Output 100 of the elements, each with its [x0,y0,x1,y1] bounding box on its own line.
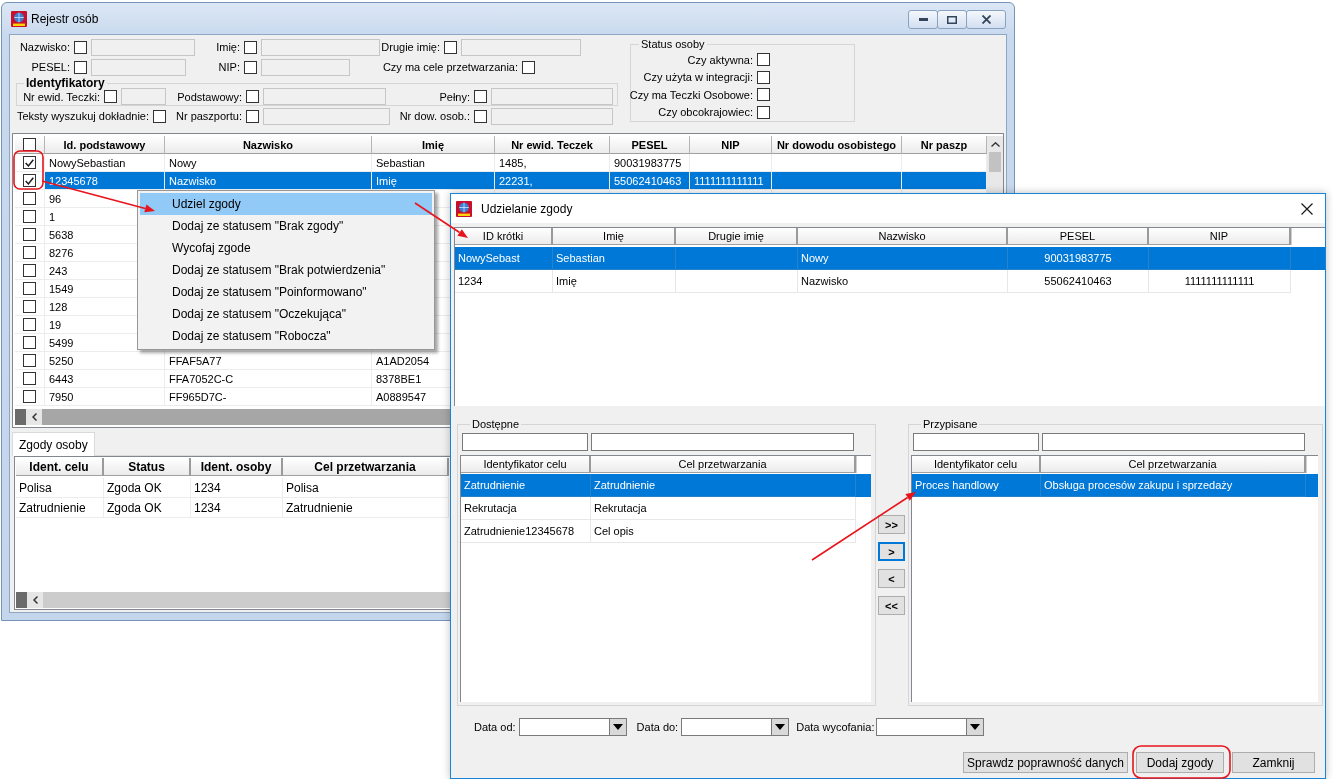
column-header[interactable]: Ident. osoby [191,458,283,476]
short-id: 1234 [458,275,483,287]
checkbox[interactable] [23,300,36,313]
transfer-button[interactable]: < [878,569,905,588]
scrollbar-thumb[interactable] [15,409,26,425]
table-row[interactable]: Zatrudnienie Zatrudnienie [461,474,871,497]
caret-icon [612,724,623,730]
column-header[interactable]: Imię [372,136,495,154]
date-field[interactable] [876,718,967,736]
menu-item[interactable]: Dodaj ze statusem "Oczekująca" [140,303,432,325]
purpose-id: Zatrudnienie12345678 [464,525,575,537]
checkbox[interactable] [23,156,36,169]
first-name: A0889547 [376,390,427,403]
menu-item[interactable]: Dodaj ze statusem "Robocza" [140,325,432,347]
column-header[interactable]: Nazwisko [798,228,1008,245]
column-header[interactable]: Imię [553,228,676,245]
checkbox[interactable] [23,246,36,259]
table-row[interactable]: Proces handlowy Obsługa procesów zakupu i sprzedaży [912,474,1318,497]
action-button[interactable]: Zamknij [1232,752,1315,773]
checkbox[interactable] [153,109,166,123]
column-header[interactable]: Cel przetwarzania [591,456,856,473]
purpose: Zatrudnienie [286,500,353,515]
column-header[interactable]: PESEL [610,136,690,154]
column-header[interactable]: Status [104,458,191,476]
dialog-title: Udzielanie zgody [481,201,573,216]
minimize-button[interactable] [908,10,938,29]
column-header[interactable]: Nazwisko [165,136,372,154]
checkbox[interactable] [757,88,770,102]
checkbox[interactable] [23,390,36,403]
nip-number: 1111111111111 [694,174,764,187]
menu-item[interactable]: Dodaj ze statusem "Brak zgody" [140,215,432,237]
app-logo-icon [456,200,472,217]
checkbox[interactable] [23,210,36,223]
checkbox[interactable] [757,53,770,67]
column-header[interactable]: Nr paszp [902,136,987,154]
purpose-id: Rekrutacja [464,502,517,514]
menu-item[interactable]: Udziel zgody [140,193,432,215]
checkbox[interactable] [23,372,36,385]
menu-item[interactable]: Dodaj ze statusem "Brak potwierdzenia" [140,259,432,281]
scroll-left-icon[interactable] [31,413,37,421]
first-name: Imię [376,174,397,187]
field-label: Czy aktywna: [687,53,753,66]
scrollbar-thumb[interactable] [16,592,27,608]
menu-item[interactable]: Wycofaj zgode [140,237,432,259]
scrollbar-thumb[interactable] [989,152,1001,172]
purpose: Obsługa procesów zakupu i sprzedaży [1044,479,1233,491]
column-header[interactable]: Id. podstawowy [45,136,165,154]
transfer-button[interactable]: >> [878,515,905,534]
surname: FFA7052C-C [169,372,234,385]
scroll-left-icon[interactable] [32,596,38,604]
checkbox[interactable] [23,174,36,187]
checkbox[interactable] [23,336,36,349]
column-header[interactable]: Drugie imię [676,228,798,245]
menu-item[interactable]: Dodaj ze statusem "Poinformowano" [140,281,432,303]
scroll-up-icon[interactable] [990,141,1000,147]
column-header[interactable]: PESEL [1008,228,1149,245]
table-row[interactable]: NowySebastian Nowy Sebastian 1485, 90031983775 [45,154,987,172]
dropdown-button[interactable] [771,718,790,736]
checkbox[interactable] [522,60,535,74]
transfer-button[interactable]: > [878,542,905,561]
column-header[interactable]: ID krótki [455,228,553,245]
action-button[interactable]: Sprawdz poprawność danych [963,752,1128,773]
column-header[interactable]: Cel przetwarzania [283,458,449,476]
column-header[interactable]: Cel przetwarzania [1041,456,1306,473]
dropdown-button[interactable] [966,718,985,736]
checkbox[interactable] [757,70,770,84]
transfer-button[interactable]: << [878,596,905,615]
action-button[interactable]: Dodaj zgody [1136,752,1224,773]
checkbox[interactable] [23,318,36,331]
date-field[interactable] [518,718,609,736]
column-header[interactable]: Ident. celu [16,458,104,476]
filter-field[interactable] [1042,433,1305,451]
tab[interactable]: Zgody osoby [12,432,95,456]
purpose: Cel opis [594,525,634,537]
checkbox[interactable] [23,264,36,277]
maximize-button[interactable] [937,10,967,29]
group-title: Status osoby [640,38,706,51]
first-name: A1AD2054 [376,354,430,367]
column-header[interactable]: NIP [1149,228,1291,245]
column-header[interactable]: NIP [690,136,772,154]
checkbox[interactable] [23,192,36,205]
column-header[interactable]: Identyfikator celu [461,456,591,473]
column-header[interactable]: Nr dowodu osobistego [772,136,902,154]
checkbox[interactable] [23,354,36,367]
checkbox[interactable] [23,282,36,295]
maximize-icon [947,15,957,24]
filter-field[interactable] [913,433,1039,451]
field-label: Nazwisko: [19,41,70,53]
date-field[interactable] [681,718,772,736]
table-row[interactable]: NowySebast Sebastian Nowy 90031983775 [455,247,1325,270]
checkbox[interactable] [23,228,36,241]
column-header[interactable]: Nr ewid. Teczek [495,136,610,154]
table-row[interactable]: 12345678 Nazwisko Imię 22231, 55062410463 1111111111111 [45,172,987,190]
filter-field[interactable] [462,433,588,451]
column-header[interactable]: Identyfikator celu [912,456,1041,473]
surname: Nowy [801,252,829,264]
close-button[interactable] [966,10,1006,29]
purpose-id: Zatrudnienie [19,500,86,515]
checkbox[interactable] [757,105,770,119]
filter-field[interactable] [591,433,854,451]
